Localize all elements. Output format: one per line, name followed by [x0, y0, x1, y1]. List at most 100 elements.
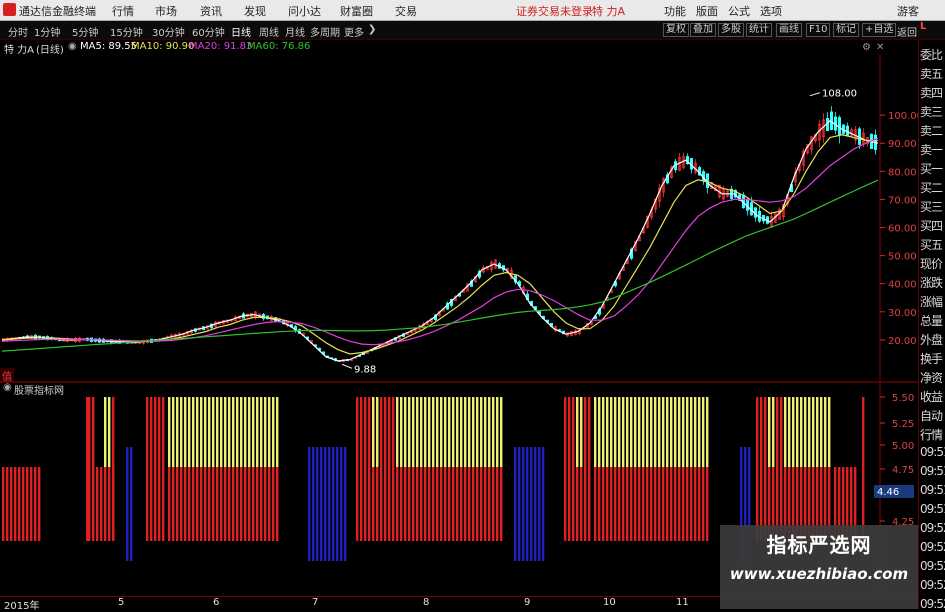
- indicator-bar: [694, 397, 697, 467]
- tab-intraday[interactable]: 分时: [8, 24, 28, 39]
- indicator-bar: [252, 397, 255, 467]
- chart-settings-icon[interactable]: ⚙: [862, 42, 871, 53]
- indicator-bar: [184, 397, 187, 467]
- indicator-bar: [252, 467, 255, 541]
- overlay-button[interactable]: 叠加: [690, 23, 716, 37]
- indicator-bar: [472, 397, 475, 467]
- guest-login[interactable]: 游客: [897, 3, 919, 19]
- indicator-bar: [228, 467, 231, 541]
- multi-stock-button[interactable]: 多股: [718, 23, 744, 37]
- indicator-bar: [614, 397, 617, 467]
- indicator-bar: [456, 397, 459, 467]
- indicator-bar: [812, 397, 815, 467]
- side-panel-item: 卖三: [920, 105, 943, 119]
- indicator-bar: [666, 467, 669, 541]
- side-panel-item: 09:51: [920, 483, 945, 497]
- indicator-bar: [456, 467, 459, 541]
- ma5-value: MA5: 89.55: [80, 41, 138, 52]
- menu-item-options[interactable]: 选项: [760, 3, 782, 19]
- indicator-bar: [400, 467, 403, 541]
- tab-more[interactable]: 更多: [344, 24, 364, 39]
- tab-15min[interactable]: 15分钟: [110, 24, 143, 39]
- price-tick-label: 60.00: [888, 224, 917, 235]
- indicator-bar: [480, 467, 483, 541]
- price-tick-label: 40.00: [888, 280, 917, 291]
- menu-item-wealth[interactable]: 财富圈: [340, 3, 373, 19]
- tab-multi-period[interactable]: 多周期: [310, 24, 340, 39]
- indicator-bar: [432, 397, 435, 467]
- menu-item-trade[interactable]: 交易: [395, 3, 417, 19]
- indicator-bar: [594, 397, 597, 467]
- window-stock-title: 特 力A: [592, 5, 626, 18]
- menu-item-news[interactable]: 资讯: [200, 3, 222, 19]
- indicator-bar: [440, 467, 443, 541]
- candlestick-chart[interactable]: 100.00 90.00 80.00 70.00 60.00 50.00 40.00 30.0…: [0, 55, 918, 380]
- menu-item-discover[interactable]: 发现: [244, 3, 266, 19]
- indicator-bar: [634, 467, 637, 541]
- indicator-bar: [674, 467, 677, 541]
- indicator-bar: [332, 447, 335, 561]
- indicator-bar: [256, 397, 259, 467]
- indicator-bar: [760, 397, 763, 541]
- menu-item-quotes[interactable]: 行情: [112, 3, 134, 19]
- indicator-bar: [220, 467, 223, 541]
- menu-item-market[interactable]: 市场: [155, 3, 177, 19]
- date-label: 6: [213, 597, 220, 608]
- f10-button[interactable]: F10: [806, 23, 831, 37]
- indicator-bar: [344, 447, 347, 561]
- app-logo-icon: [3, 3, 16, 16]
- high-price-label: 108.00: [822, 89, 857, 100]
- menu-item-ask[interactable]: 问小达: [288, 3, 321, 19]
- add-watchlist-button[interactable]: +自选: [862, 23, 897, 37]
- indicator-bar: [476, 397, 479, 467]
- price-tick-label: 30.00: [888, 308, 917, 319]
- more-chevron-icon[interactable]: ❯: [368, 24, 376, 35]
- indicator-bar: [464, 397, 467, 467]
- indicator-bar: [396, 467, 399, 541]
- quote-side-panel: 委比 卖五 卖四 卖三 卖二 卖一 买一 买二 买三 买四 买五 现价 涨跌 涨幅 总量 外盘 换手 净资 收益 自动…: [918, 40, 945, 611]
- adjust-button[interactable]: 复权: [663, 23, 689, 37]
- tab-daily[interactable]: 日线: [231, 24, 251, 39]
- price-tick-label: 100.00: [888, 111, 918, 122]
- indicator-bar: [576, 397, 579, 467]
- indicator-bar: [308, 447, 311, 561]
- indicator-bar: [698, 397, 701, 467]
- indicator-bar: [192, 467, 195, 541]
- chart-close-icon[interactable]: ✕: [876, 42, 884, 53]
- tab-60min[interactable]: 60分钟: [192, 24, 225, 39]
- indicator-bar: [130, 447, 133, 561]
- indicator-bar: [472, 467, 475, 541]
- tab-5min[interactable]: 5分钟: [72, 24, 98, 39]
- indicator-bar: [364, 397, 367, 541]
- back-button[interactable]: 返回: [897, 24, 917, 39]
- indicator-bar: [376, 397, 379, 467]
- indicator-bar: [682, 467, 685, 541]
- settings-dot-icon[interactable]: ◉: [68, 41, 77, 52]
- indicator-bar: [678, 397, 681, 467]
- tab-30min[interactable]: 30分钟: [152, 24, 185, 39]
- indicator-bar: [436, 397, 439, 467]
- indicator-bar: [244, 467, 247, 541]
- indicator-bar: [404, 397, 407, 467]
- menu-item-layout[interactable]: 版面: [696, 3, 718, 19]
- indicator-bar: [602, 397, 605, 467]
- menu-item-formula[interactable]: 公式: [728, 3, 750, 19]
- indicator-bar: [196, 467, 199, 541]
- indicator-bar: [496, 397, 499, 467]
- broker-status[interactable]: 证券交易未登录: [516, 3, 593, 19]
- tab-1min[interactable]: 1分钟: [34, 24, 60, 39]
- indicator-bar: [650, 467, 653, 541]
- mark-button[interactable]: 标记: [833, 23, 859, 37]
- menu-item-function[interactable]: 功能: [664, 3, 686, 19]
- indicator-bar: [658, 467, 661, 541]
- side-panel-item: 行情: [920, 428, 943, 442]
- indicator-bar: [150, 397, 153, 541]
- tab-monthly[interactable]: 月线: [285, 24, 305, 39]
- indicator-bar: [642, 467, 645, 541]
- indicator-bar: [276, 397, 279, 467]
- draw-line-button[interactable]: 画线: [776, 23, 802, 37]
- indicator-bar: [568, 397, 571, 541]
- stats-button[interactable]: 统计: [746, 23, 772, 37]
- indicator-bar: [30, 467, 33, 541]
- tab-weekly[interactable]: 周线: [259, 24, 279, 39]
